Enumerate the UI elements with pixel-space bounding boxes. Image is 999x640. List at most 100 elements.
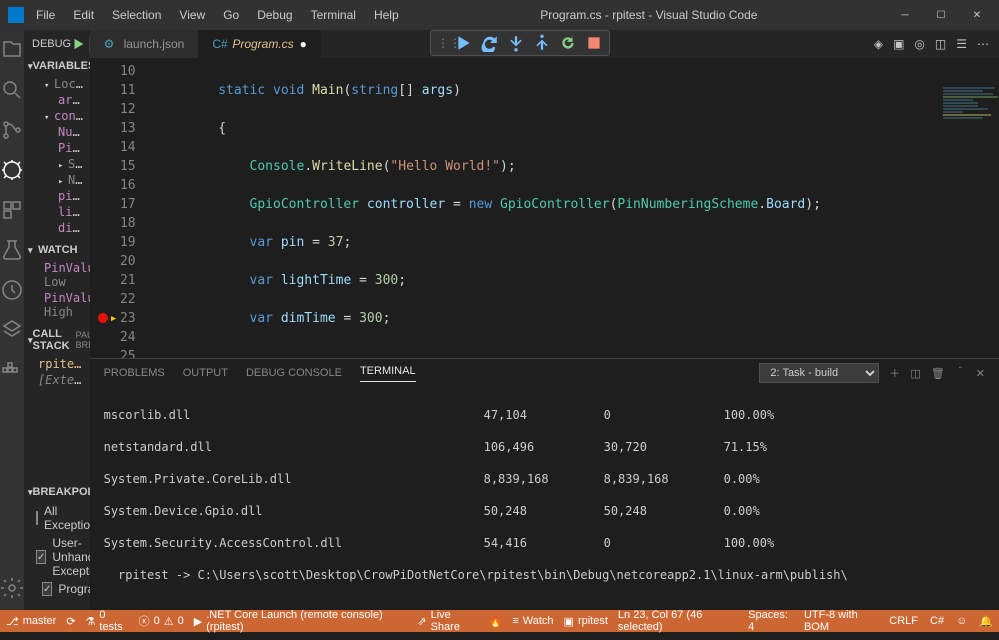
new-terminal-button[interactable]: ＋ [889,365,900,381]
titlebar: File Edit Selection View Go Debug Termin… [0,0,999,30]
sb-tests[interactable]: ⚗0 tests [86,609,129,633]
menu-view[interactable]: View [171,4,213,26]
callstack-frame-1[interactable]: rpitest.dll!rpitest.Program [24,356,90,372]
var-pin[interactable]: pin [int]: 37 [24,188,90,204]
close-button[interactable]: ✕ [963,5,991,25]
sb-project[interactable]: ▣rpitest [564,615,608,628]
explorer-icon[interactable] [0,38,24,62]
liveshare-icon: ⇗ [417,615,426,628]
preview-icon[interactable]: ◎ [914,37,924,51]
var-args[interactable]: args [string[]]: {string… [24,92,90,108]
var-lighttime[interactable]: lightTime [int]: 300 [24,204,90,220]
menu-file[interactable]: File [28,4,63,26]
var-static[interactable]: ▸Static members [24,156,90,172]
menu-selection[interactable]: Selection [104,4,169,26]
checkbox-icon[interactable] [42,582,52,596]
code-editor[interactable]: 10111213 14151617 18192021 22 ▸23 242526… [90,58,999,358]
maximize-panel-button[interactable]: ＾ [955,365,966,381]
sb-feedback[interactable]: ☺ [956,609,967,633]
sb-bell[interactable]: 🔔 [979,609,993,633]
tab-launch-json[interactable]: ⚙ launch.json [90,30,199,58]
step-out-button[interactable] [533,34,551,52]
sb-encoding[interactable]: UTF-8 with BOM [804,609,877,633]
vscode-logo [8,7,24,23]
menu-terminal[interactable]: Terminal [303,4,364,26]
var-pincount[interactable]: PinCount [int]: 28 [24,140,90,156]
breakpoint-icon[interactable] [98,313,108,323]
menu-edit[interactable]: Edit [65,4,102,26]
sb-spaces[interactable]: Spaces: 4 [748,609,792,633]
sb-watch[interactable]: ≡Watch [512,615,553,627]
restart-button[interactable] [559,34,577,52]
stop-button[interactable] [585,34,603,52]
var-nonpublic[interactable]: ▸Non-Public members [24,172,90,188]
bp-program[interactable]: Program.cs23 [24,580,90,598]
var-numbering[interactable]: NumberingScheme [PinNum… [24,124,90,140]
callstack-section[interactable]: ▾CALL STACKPAUSED ON BREAKPOINT [24,326,90,354]
split-terminal-button[interactable]: ◫ [910,367,920,380]
sb-branch[interactable]: ⎇master [6,615,56,628]
checkbox-icon[interactable] [36,550,46,564]
bp-all-exceptions[interactable]: All Exceptions [24,502,90,534]
panel-tab-terminal[interactable]: TERMINAL [360,365,416,382]
sb-flame[interactable]: 🔥 [489,615,503,628]
trash-icon[interactable]: 🗑 [931,367,945,380]
split-icon[interactable]: ◫ [935,37,946,51]
watch-section[interactable]: ▾WATCH [24,242,90,258]
sb-launch[interactable]: ▶.NET Core Launch (remote console) (rpit… [194,609,408,633]
step-over-button[interactable] [481,34,499,52]
sb-problems[interactable]: ⓧ0 ⚠0 [139,613,184,629]
callstack-frame-2[interactable]: [External Code] Unknown… [24,372,90,388]
debug-icon[interactable] [0,158,24,182]
diamond-icon[interactable]: ◈ [874,37,883,51]
close-panel-button[interactable]: ✕ [976,367,985,380]
continue-button[interactable] [455,34,473,52]
editor-area: ⚙ launch.json C# Program.cs ● ◈ ▣ ◎ ◫ ☰ … [90,30,999,610]
liveshare-icon[interactable] [0,318,24,342]
checkbox-icon[interactable] [36,511,38,525]
list-icon[interactable]: ☰ [956,37,967,51]
test-icon[interactable] [0,238,24,262]
panel-tab-output[interactable]: OUTPUT [183,367,228,379]
variables-section[interactable]: ▾VARIABLES [24,58,90,74]
drag-grip-icon[interactable]: ⋮⋮ [437,36,447,50]
tab-program-cs[interactable]: C# Program.cs ● [198,30,321,58]
step-into-button[interactable] [507,34,525,52]
watch-high[interactable]: PinValue.High: High [24,290,90,320]
minimap[interactable] [939,86,999,358]
menu-debug[interactable]: Debug [249,4,300,26]
terminal-output[interactable]: mscorlib.dll47,1040100.00% netstandard.d… [90,387,999,610]
menu-help[interactable]: Help [366,4,407,26]
panel-tab-debug-console[interactable]: DEBUG CONSOLE [246,367,342,379]
sb-eol[interactable]: CRLF [889,609,918,633]
breakpoints-section[interactable]: ▾BREAKPOINTS [24,484,90,500]
minimize-button[interactable]: ─ [891,5,919,25]
code-content[interactable]: static void Main(string[] args) { Consol… [146,58,999,358]
search-icon[interactable] [0,78,24,102]
sb-cursor-pos[interactable]: Ln 23, Col 67 (46 selected) [618,609,736,633]
scope-locals[interactable]: ▾Locals [24,76,90,92]
sb-sync[interactable]: ⟳ [66,615,75,628]
main-menu: File Edit Selection View Go Debug Termin… [28,4,407,26]
maximize-button[interactable]: ☐ [927,5,955,25]
start-debug-button[interactable] [71,37,85,51]
compare-icon[interactable]: ▣ [893,37,904,51]
clock-icon[interactable] [0,278,24,302]
panel-tab-problems[interactable]: PROBLEMS [104,367,165,379]
more-icon[interactable]: ⋯ [977,37,989,51]
bottom-panel: PROBLEMS OUTPUT DEBUG CONSOLE TERMINAL 2… [90,358,999,610]
sb-lang[interactable]: C# [930,609,944,633]
var-dimtime[interactable]: dimTime [int]: 300 [24,220,90,236]
var-controller[interactable]: ▾controller: {System.Devi… [24,108,90,124]
terminal-select[interactable]: 2: Task - build [759,363,879,383]
watch-low[interactable]: PinValue.Low: Low [24,260,90,290]
docker-icon[interactable] [0,358,24,382]
sync-icon: ⟳ [66,615,75,628]
extensions-icon[interactable] [0,198,24,222]
bp-user-exceptions[interactable]: User-Unhandled Exceptions [24,534,90,580]
sb-liveshare[interactable]: ⇗Live Share [417,609,478,633]
settings-icon[interactable] [0,576,24,600]
debug-toolbar[interactable]: ⋮⋮ [430,30,610,56]
menu-go[interactable]: Go [215,4,247,26]
source-control-icon[interactable] [0,118,24,142]
